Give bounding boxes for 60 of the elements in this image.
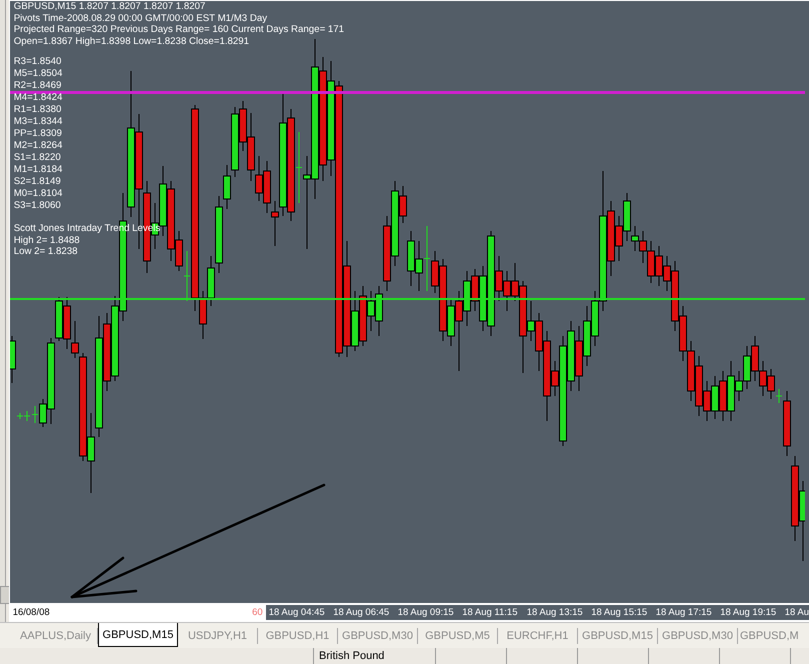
candlestick bbox=[582, 306, 591, 366]
candlestick bbox=[406, 230, 415, 286]
time-label: 18 Aug 04:45 bbox=[268, 607, 326, 618]
chart-info-text: Open=1.8367 High=1.8398 Low=1.8238 Close=1.8291 bbox=[14, 36, 250, 47]
trend-level-text: High 2= 1.8488 bbox=[14, 234, 80, 246]
time-label: 18 Aug 17:15 bbox=[654, 607, 713, 618]
chart-tab[interactable]: EURCHF,H1 bbox=[498, 628, 578, 644]
candlestick bbox=[654, 246, 663, 286]
chart-tab[interactable]: GBPUSD,H1 bbox=[258, 628, 338, 644]
pivot-level-text: M3=1.8344 bbox=[14, 116, 62, 128]
time-label: 18 Aug 06:45 bbox=[332, 607, 390, 618]
chart-tab[interactable]: GBPUSD,M30 bbox=[338, 628, 418, 644]
time-label: 18 Aug 13:15 bbox=[526, 607, 584, 618]
candlestick bbox=[638, 230, 647, 264]
pivot-level-text: PP=1.8309 bbox=[14, 128, 62, 140]
chart-info-text: Pivots Time-2008.08.29 00:00 GMT/00:00 EST M1/M3 Day bbox=[14, 12, 268, 24]
scrollbar-thumb[interactable] bbox=[0, 586, 10, 604]
bar-count-text: 60 bbox=[252, 606, 263, 618]
time-label: 18 Aug 09:15 bbox=[396, 607, 455, 618]
pivot-level-text: M2=1.8264 bbox=[14, 140, 62, 152]
candlestick bbox=[414, 240, 423, 292]
pivot-level-text: R1=1.8380 bbox=[14, 104, 62, 116]
time-label: 18 Aug 11:15 bbox=[461, 607, 518, 618]
candlestick bbox=[238, 100, 247, 152]
candlestick bbox=[646, 240, 655, 284]
time-label: 18 Au bbox=[784, 607, 809, 618]
pivot-level-text: M1=1.8184 bbox=[14, 164, 62, 176]
candlestick bbox=[718, 370, 727, 422]
chart-tab[interactable]: USDJPY,H1 bbox=[178, 628, 258, 644]
chart-info-text: Projected Range=320 Previous Days Range= 160 Current Days Range= 171 bbox=[14, 24, 344, 36]
candlestick bbox=[750, 336, 759, 382]
pivot-level-text: M4=1.8424 bbox=[14, 92, 62, 104]
pivot-level-text: S3=1.8060 bbox=[14, 200, 61, 212]
pivot-level-text: M5=1.8504 bbox=[14, 68, 62, 80]
candlestick bbox=[62, 296, 71, 350]
candlestick bbox=[574, 326, 583, 392]
candlestick bbox=[262, 160, 271, 214]
chart-tab[interactable]: GBPUSD,M15 bbox=[578, 628, 658, 644]
chart-info-text: GBPUSD,M15 1.8207 1.8207 1.8207 1.8207 bbox=[14, 1, 206, 12]
chart-tab[interactable]: GBPUSD,M15 bbox=[98, 623, 178, 647]
candlestick bbox=[10, 336, 16, 384]
candlestick bbox=[686, 340, 695, 402]
chart-tab[interactable]: GBPUSD,M30 bbox=[658, 628, 738, 644]
trend-level-text: Low 2= 1.8238 bbox=[14, 246, 78, 258]
candlestick bbox=[758, 360, 767, 396]
status-text: British Pound bbox=[314, 648, 436, 664]
pivot-level-text: S2=1.8149 bbox=[14, 176, 61, 188]
candlestick bbox=[678, 306, 687, 362]
pivot-level-text: R3=1.8540 bbox=[14, 56, 62, 68]
pivot-level-text: M0=1.8104 bbox=[14, 188, 62, 200]
candlestick bbox=[710, 376, 719, 420]
time-label: 18 Aug 15:15 bbox=[590, 607, 648, 618]
pivot-level-text: S1=1.8220 bbox=[14, 152, 61, 164]
chart-tab[interactable]: GBPUSD,M5 bbox=[418, 628, 498, 644]
time-label: 18 Aug 19:15 bbox=[719, 607, 778, 618]
pivot-level-text: R2=1.8469 bbox=[14, 80, 62, 92]
chart-tab[interactable]: GBPUSD,M bbox=[738, 628, 801, 644]
date-text: 16/08/08 bbox=[12, 606, 50, 618]
candlestick bbox=[502, 270, 511, 312]
candlestick bbox=[742, 346, 751, 390]
